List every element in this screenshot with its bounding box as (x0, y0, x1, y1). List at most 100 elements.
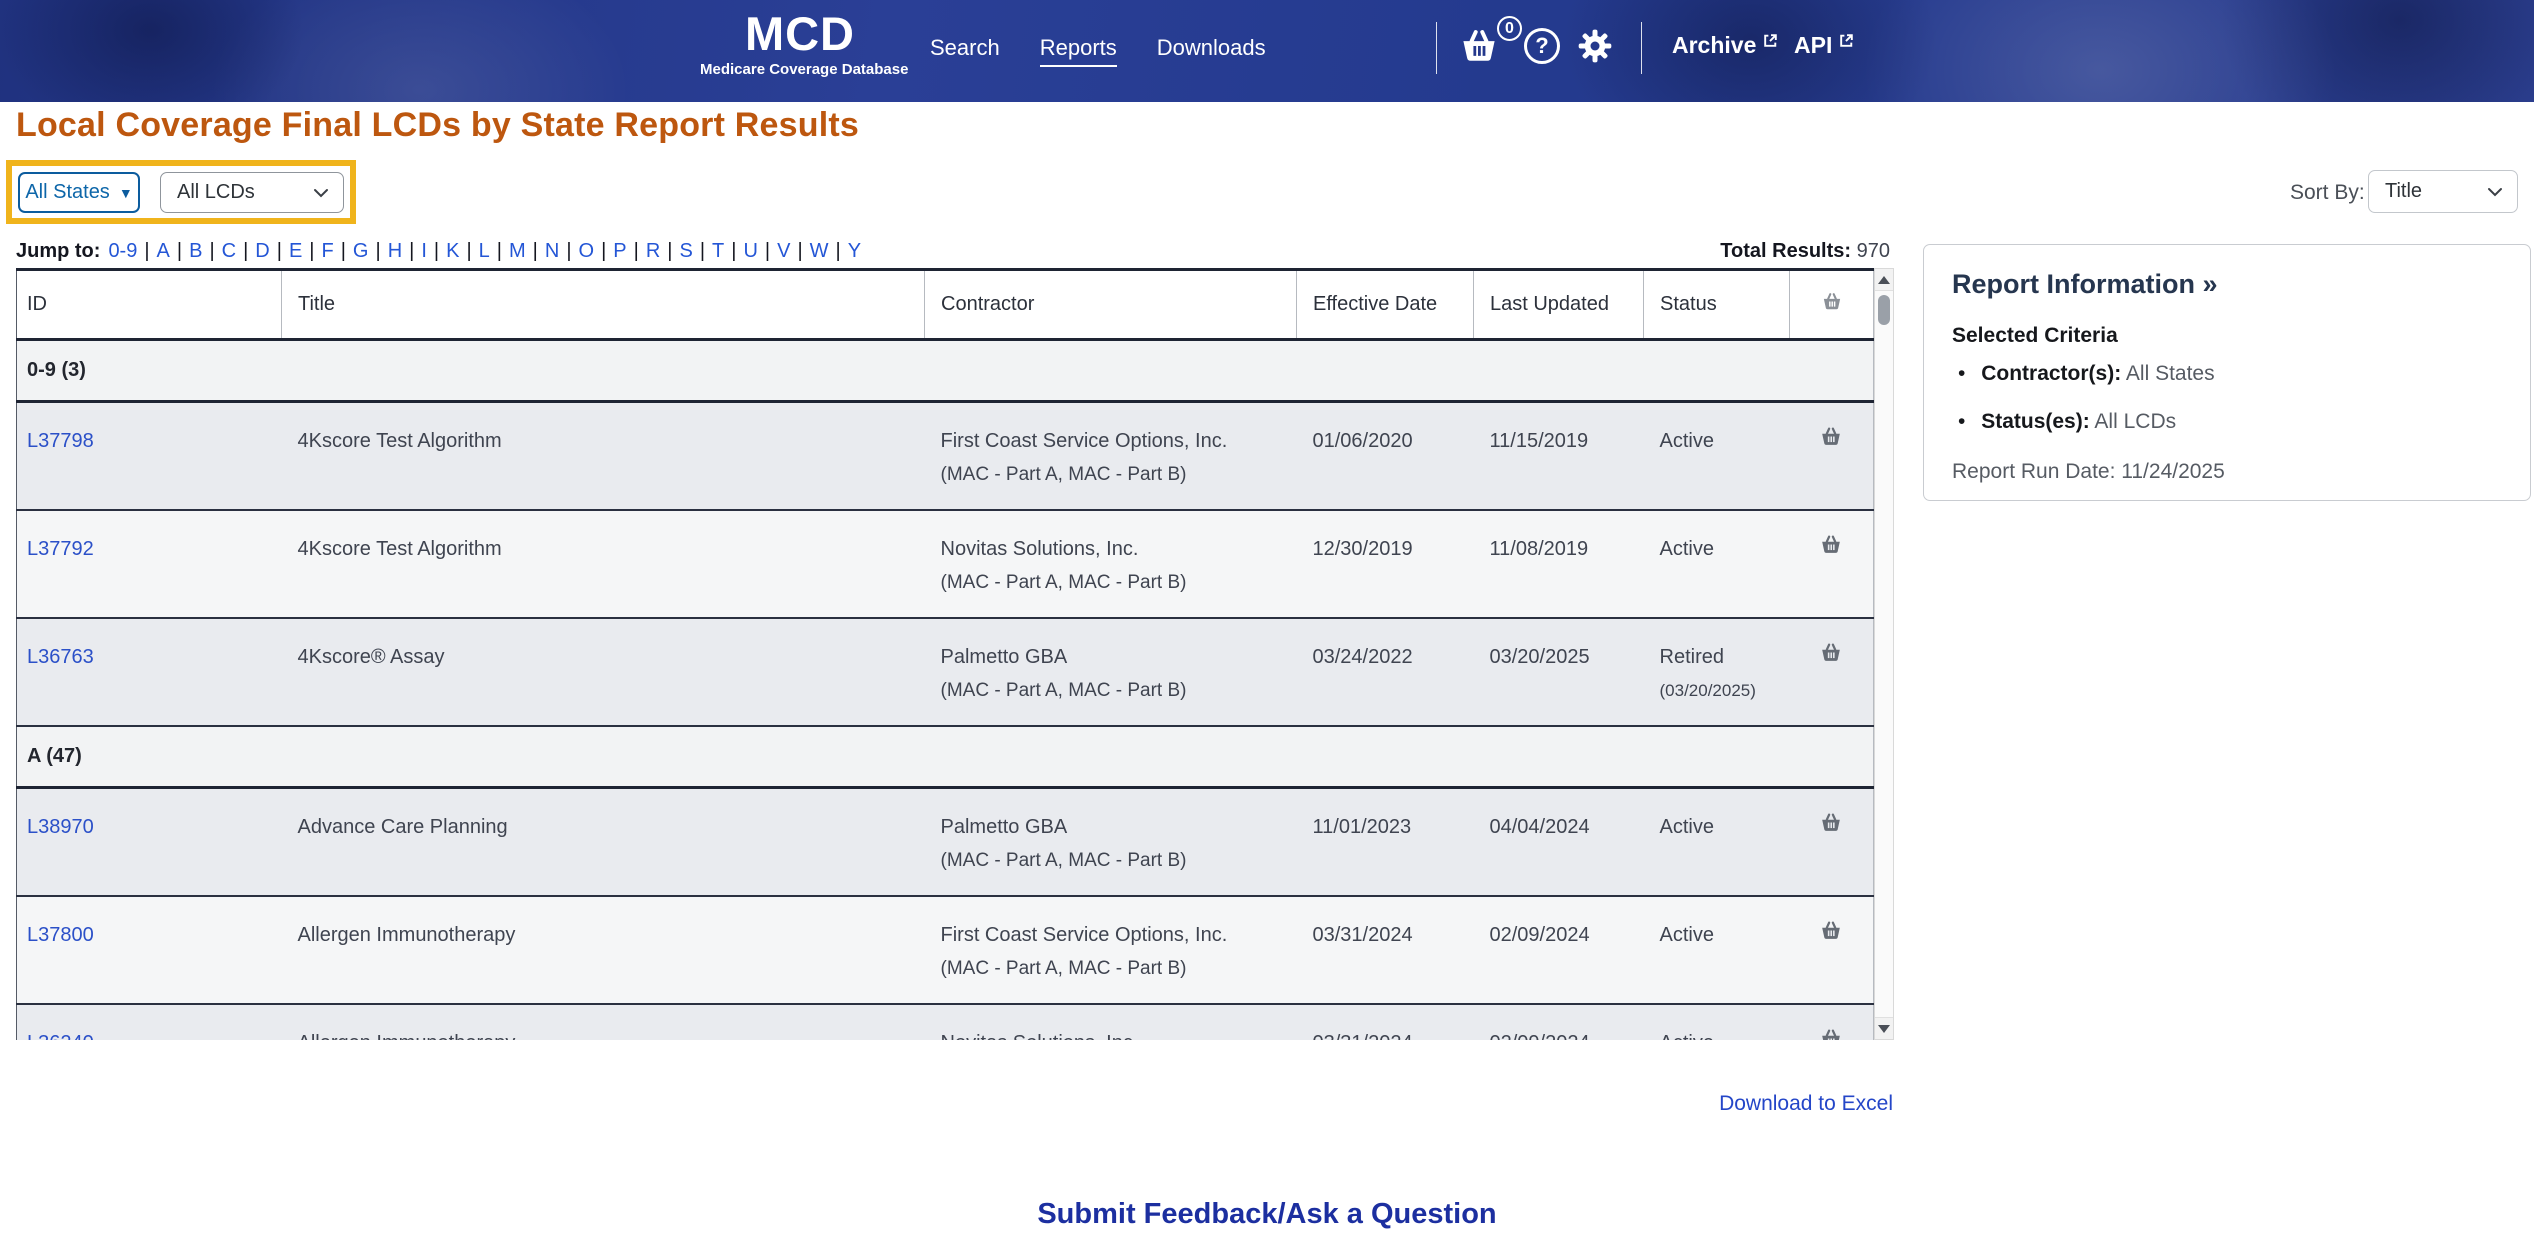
status-value: Active (1659, 429, 1714, 452)
contractor-detail: (MAC - Part A, MAC - Part B) (940, 679, 1187, 701)
jump-to-label: Jump to: (16, 240, 101, 262)
sort-by-dropdown[interactable]: Title (2368, 170, 2518, 213)
add-to-basket-cell[interactable] (1789, 1003, 1874, 1040)
mcd-logo-title: MCD (744, 7, 856, 60)
jump-link-Y[interactable]: Y (848, 240, 861, 262)
jump-link-A[interactable]: A (157, 240, 170, 262)
states-filter-dropdown[interactable]: All States ▼ (18, 172, 140, 213)
jump-link-K[interactable]: K (446, 240, 459, 262)
jump-link-B[interactable]: B (189, 240, 202, 262)
criteria-value: All States (2125, 362, 2215, 385)
effective-date-cell: 03/24/2022 (1296, 616, 1474, 726)
contractor-name: Palmetto GBA (940, 816, 1068, 838)
contractor-name: First Coast Service Options, Inc. (940, 924, 1228, 946)
lcd-id-link[interactable]: L37798 (27, 430, 94, 452)
status-cell: Active (1643, 400, 1790, 510)
add-to-basket-cell[interactable] (1789, 400, 1874, 510)
jump-separator: | (176, 240, 183, 262)
jump-link-H[interactable]: H (388, 240, 402, 262)
jump-link-O[interactable]: O (579, 240, 595, 262)
jump-link-E[interactable]: E (289, 240, 302, 262)
jump-link-R[interactable]: R (646, 240, 660, 262)
jump-link-I[interactable]: I (421, 240, 427, 262)
submit-feedback-link[interactable]: Submit Feedback/Ask a Question (0, 1198, 2534, 1231)
lcd-id-link[interactable]: L38970 (27, 816, 94, 838)
nav-downloads[interactable]: Downloads (1157, 35, 1266, 67)
lcd-id-cell: L36763 (16, 616, 282, 726)
column-header-title[interactable]: Title (281, 271, 925, 341)
lcd-id-link[interactable]: L37792 (27, 538, 94, 560)
status-cell: Retired (03/20/2025) (1643, 616, 1790, 726)
jump-link-U[interactable]: U (743, 240, 757, 262)
table-scrollbar[interactable] (1874, 268, 1894, 1040)
add-to-basket-cell[interactable] (1789, 508, 1874, 618)
add-to-basket-cell[interactable] (1789, 895, 1874, 1004)
api-link[interactable]: API (1794, 32, 1855, 59)
jump-link-V[interactable]: V (777, 240, 790, 262)
jump-link-C[interactable]: C (222, 240, 236, 262)
status-cell: Active (1643, 1003, 1790, 1040)
lcd-id-link[interactable]: L36240 (27, 1032, 94, 1040)
mcd-logo[interactable]: MCD Medicare Coverage Database (700, 7, 908, 79)
lcds-filter-dropdown[interactable]: All LCDs (160, 172, 344, 213)
nav-search[interactable]: Search (930, 35, 1000, 67)
last-updated-cell: 02/09/2024 (1473, 1003, 1644, 1040)
column-header-status[interactable]: Status (1643, 271, 1790, 341)
jump-link-T[interactable]: T (712, 240, 724, 262)
scrollbar-thumb[interactable] (1878, 295, 1890, 325)
report-run-date: Report Run Date: 11/24/2025 (1952, 460, 2225, 483)
jump-link-0-9[interactable]: 0-9 (108, 240, 137, 262)
basket-icon (1822, 534, 1841, 553)
help-button[interactable]: ? (1524, 28, 1560, 64)
lcds-filter-label: All LCDs (177, 181, 255, 203)
scroll-up-button[interactable] (1875, 269, 1893, 291)
external-link-icon (1764, 34, 1778, 47)
criteria-label: Contractor(s): (1981, 362, 2122, 385)
contractor-name: Novitas Solutions, Inc. (940, 537, 1139, 560)
jump-link-W[interactable]: W (810, 240, 829, 262)
jump-link-L[interactable]: L (479, 240, 490, 262)
nav-reports[interactable]: Reports (1039, 35, 1117, 67)
scroll-down-button[interactable] (1875, 1017, 1893, 1039)
contractor-detail: (MAC - Part A, MAC - Part B) (940, 571, 1187, 593)
header-divider (1641, 22, 1642, 74)
add-to-basket-cell[interactable] (1789, 786, 1874, 896)
column-header-basket[interactable] (1789, 271, 1874, 341)
jump-separator: | (532, 240, 538, 262)
jump-link-M[interactable]: M (509, 240, 526, 262)
report-information-heading[interactable]: Report Information » (1952, 269, 2502, 300)
lcd-id-cell: L37792 (16, 508, 282, 618)
column-header-last-updated[interactable]: Last Updated (1473, 271, 1644, 341)
states-filter-label: All States (25, 181, 110, 203)
column-header-effective-date[interactable]: Effective Date (1296, 271, 1474, 341)
settings-button[interactable] (1575, 26, 1615, 71)
archive-link[interactable]: Archive (1672, 32, 1779, 59)
jump-link-S[interactable]: S (679, 240, 692, 262)
lcd-id-link[interactable]: L37800 (27, 924, 94, 946)
column-header-id[interactable]: ID (16, 271, 282, 341)
site-header: MCD Medicare Coverage Database Search Rep… (0, 0, 2534, 102)
jump-link-G[interactable]: G (353, 240, 369, 262)
contractor-detail: (MAC - Part A, MAC - Part B) (940, 958, 1187, 979)
lcd-id-cell: L37800 (16, 895, 282, 1004)
results-table-container: ID Title Contractor Effective Date Last … (16, 268, 1874, 1040)
download-to-excel-link[interactable]: Download to Excel (1719, 1092, 1893, 1116)
jump-link-N[interactable]: N (545, 240, 559, 262)
header-divider (1436, 22, 1437, 74)
column-header-contractor[interactable]: Contractor (924, 271, 1297, 341)
basket-button[interactable]: 0 (1456, 16, 1522, 78)
jump-link-D[interactable]: D (255, 240, 269, 262)
jump-link-P[interactable]: P (613, 240, 626, 262)
contractor-cell: First Coast Service Options, Inc. (MAC -… (924, 895, 1297, 1004)
lcd-id-link[interactable]: L36763 (27, 646, 94, 668)
contractor-cell: First Coast Service Options, Inc. (MAC -… (924, 400, 1297, 510)
bullet-icon: • (1958, 362, 1966, 385)
results-table: ID Title Contractor Effective Date Last … (16, 271, 1874, 1040)
selected-criteria-list: • Contractor(s): All States • Status(es)… (1952, 362, 2502, 434)
basket-icon (1822, 426, 1841, 445)
jump-separator: | (764, 240, 771, 262)
add-to-basket-cell[interactable] (1789, 616, 1874, 726)
jump-link-F[interactable]: F (322, 240, 334, 262)
total-results: Total Results: 970 (1720, 240, 1890, 263)
header-background-photo (0, 0, 2534, 102)
